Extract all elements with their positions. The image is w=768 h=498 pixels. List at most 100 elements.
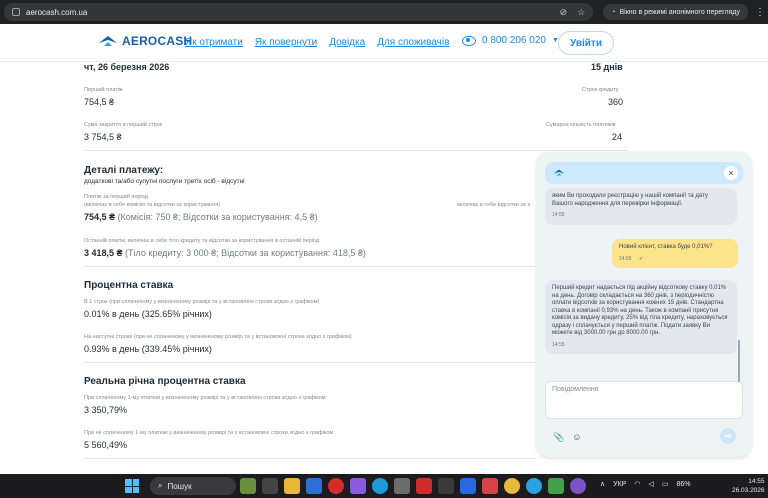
opera-icon[interactable] <box>328 478 344 494</box>
real-rate-title: Реальна річна процентна ставка <box>84 376 246 387</box>
chat-message-text: яким Ви проходили реєстрацію у нашій ком… <box>552 193 708 207</box>
chat-scrollbar[interactable] <box>738 340 740 382</box>
telegram-icon[interactable] <box>526 478 542 494</box>
divider <box>84 362 536 363</box>
edge-icon[interactable] <box>372 478 388 494</box>
attach-icon[interactable]: 📎 <box>553 432 564 443</box>
incognito-label: Вікно в режимі анонімного перегляду <box>619 8 740 16</box>
chat-message-bot: Перший кредит надається під акційну відс… <box>545 280 737 354</box>
app-icon[interactable] <box>416 478 432 494</box>
url-text: aerocash.com.ua <box>26 7 88 17</box>
first-period-amount: 754,5 ₴ <box>84 212 116 222</box>
widget-icon[interactable] <box>240 478 256 494</box>
taskbar-apps <box>240 478 586 494</box>
chat-message-time: 14:55 <box>552 212 565 218</box>
taskbar-search[interactable]: ⌕ Пошук <box>150 477 236 495</box>
app-icon[interactable] <box>548 478 564 494</box>
nav-for-consumers[interactable]: Для споживачів <box>377 37 449 48</box>
tray-chevron-icon[interactable]: ∧ <box>600 480 605 488</box>
dropbox-icon[interactable] <box>460 478 476 494</box>
nav-how-to-repay[interactable]: Як повернути <box>255 37 317 48</box>
viber-icon[interactable] <box>570 478 586 494</box>
chat-message-user: Новий клієнт, ставка буде 0,01%? 14:55 ✓ <box>612 239 738 268</box>
chat-message-time: 14:55 <box>552 341 565 348</box>
logo[interactable]: AEROCASH <box>98 34 192 48</box>
first-period-right-note: включає в себе відсотки за к <box>457 202 530 208</box>
first-period-amount-row: 754,5 ₴ (Комісія: 750 ₴; Відсотки за кор… <box>84 212 318 222</box>
chat-message-text: Перший кредит надається під акційну відс… <box>552 285 728 336</box>
windows-start-icon[interactable] <box>125 479 139 493</box>
chat-message-time: 14:55 ✓ <box>619 256 731 264</box>
real-rate-unpaid-label: При не сплаченому 1-му платежі у визначе… <box>84 430 334 436</box>
accessibility-eye-icon[interactable] <box>462 35 476 46</box>
chat-widget: × яким Ви проходили реєстрацію у нашій к… <box>537 152 751 457</box>
address-bar-actions: ⊘ ☆ <box>560 7 586 18</box>
incognito-icon: ◔ <box>611 8 616 16</box>
taskbar: ⌕ Пошук ∧ УКР ◠ ◁ ▭ 86% 14:55 26.03.2026 <box>0 474 768 498</box>
app-icon[interactable] <box>482 478 498 494</box>
chat-close-icon[interactable]: × <box>724 166 738 180</box>
search-icon: ⌕ <box>158 481 163 490</box>
check-icon: ✓ <box>638 255 644 262</box>
volume-icon[interactable]: ◁ <box>648 480 653 488</box>
logo-text: AEROCASH <box>122 34 193 48</box>
language-indicator[interactable]: УКР <box>613 481 626 488</box>
first-payment-label: Перший платіж <box>84 87 123 93</box>
emoji-icon[interactable]: ☺ <box>572 432 581 443</box>
browser-toolbar: aerocash.com.ua ⊘ ☆ ◔ Вікно в режимі ано… <box>0 0 768 24</box>
real-rate-paid-value: 3 350,79% <box>84 405 128 415</box>
divider <box>84 150 628 151</box>
last-payment-label: Останній платіж, включає в себе тіло кре… <box>84 238 320 244</box>
payments-count-value: 24 <box>612 132 623 142</box>
nav-how-to-get[interactable]: Як отримати <box>185 37 243 48</box>
first-payment-value: 754,5 ₴ <box>84 97 115 107</box>
loan-date: чт, 26 березня 2026 <box>84 62 170 72</box>
app-icon[interactable] <box>394 478 410 494</box>
clock-time: 14:55 <box>748 478 765 485</box>
last-payment-breakdown: (Тіло кредиту: 3 000 ₴; Відсотки за кори… <box>125 248 366 258</box>
incognito-badge[interactable]: ◔ Вікно в режимі анонімного перегляду <box>603 4 748 20</box>
clock-date: 26.03.2026 <box>732 487 765 494</box>
loan-term-value: 360 <box>608 97 624 107</box>
address-bar[interactable]: aerocash.com.ua ⊘ ☆ <box>4 3 594 21</box>
phone-block[interactable]: 0 800 206 020 ▼ <box>462 35 559 46</box>
folder-icon[interactable] <box>284 478 300 494</box>
details-subtitle: додаткові та/або супутні послуги третіх … <box>84 178 245 185</box>
closed-sum-label: Сума закриття в перший строк <box>84 122 163 128</box>
site-info-icon[interactable] <box>12 8 20 16</box>
divider <box>84 458 536 459</box>
app-icon[interactable] <box>350 478 366 494</box>
loan-term-label: Строк кредиту <box>582 87 619 93</box>
real-rate-paid-label: При сплаченому 1-му платежі у визначеном… <box>84 395 326 401</box>
first-period-breakdown: (Комісія: 750 ₴; Відсотки за користуванн… <box>117 212 318 222</box>
send-icon[interactable]: ➜ <box>720 428 736 444</box>
real-rate-unpaid-value: 5 560,49% <box>84 440 128 450</box>
login-button[interactable]: Увійти <box>558 31 614 55</box>
rate-title: Процентна ставка <box>84 280 174 291</box>
battery-level: 86% <box>676 480 691 488</box>
app-icon[interactable] <box>438 478 454 494</box>
site-header: AEROCASH Як отримати Як повернути Довідк… <box>0 24 768 62</box>
chat-logo-icon <box>553 169 565 176</box>
eye-off-icon[interactable]: ⊘ <box>560 7 568 18</box>
chrome-icon[interactable] <box>504 478 520 494</box>
rate-next-terms-label: На наступні строки (при не сплаченому у … <box>84 334 352 340</box>
nav-help[interactable]: Довідка <box>329 37 365 48</box>
store-icon[interactable] <box>306 478 322 494</box>
star-icon[interactable]: ☆ <box>577 7 585 18</box>
last-payment-amount-row: 3 418,5 ₴ (Тіло кредиту: 3 000 ₴; Відсот… <box>84 248 366 258</box>
first-period-label: Платіж за перший період <box>84 194 148 200</box>
details-title: Деталі платежу: <box>84 165 164 176</box>
divider <box>84 266 536 267</box>
chat-message-input[interactable]: Повідомлення <box>545 381 743 419</box>
browser-menu-icon[interactable]: ⋮ <box>752 7 768 18</box>
taskbar-search-label: Пошук <box>167 481 192 491</box>
wifi-icon[interactable]: ◠ <box>634 480 640 488</box>
first-period-note: (включає в себе комісію та відсотки за к… <box>84 202 221 208</box>
battery-icon[interactable]: ▭ <box>662 480 669 488</box>
task-view-icon[interactable] <box>262 478 278 494</box>
chat-message-text: Новий клієнт, ставка буде 0,01%? <box>619 244 713 250</box>
clock[interactable]: 14:55 26.03.2026 <box>732 477 765 495</box>
closed-sum-value: 3 754,5 ₴ <box>84 132 122 142</box>
phone-number[interactable]: 0 800 206 020 <box>482 35 546 46</box>
